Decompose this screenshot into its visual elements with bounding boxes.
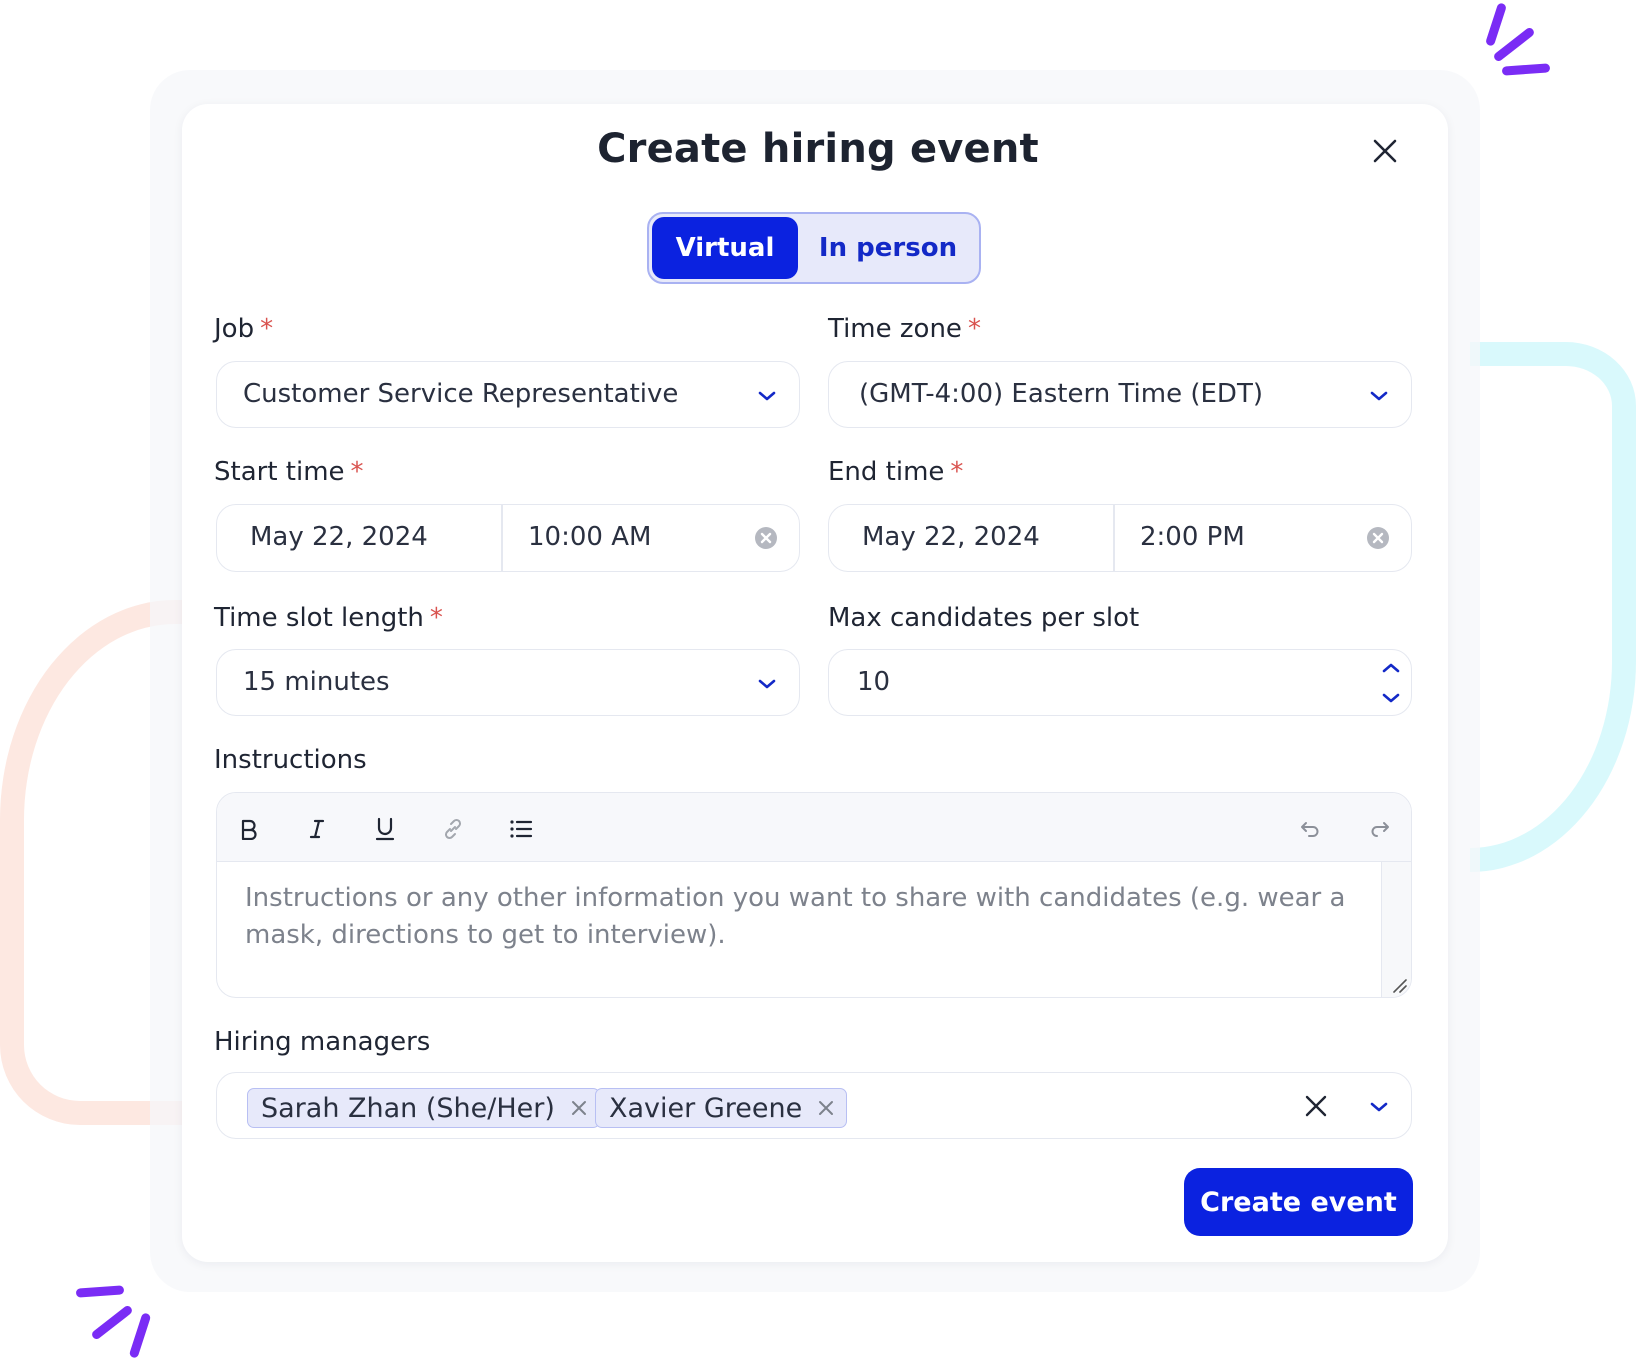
time-zone-value: (GMT-4:00) Eastern Time (EDT) [859,379,1263,409]
hiring-manager-chip: Xavier Greene [595,1088,848,1128]
clear-all-button[interactable] [1305,1095,1327,1117]
resize-handle-icon[interactable] [1391,977,1407,993]
italic-icon [309,819,325,839]
field-divider [501,505,503,571]
create-event-button[interactable]: Create event [1184,1168,1413,1236]
job-value: Customer Service Representative [243,379,679,409]
remove-chip-button[interactable] [818,1100,834,1116]
hiring-manager-chip: Sarah Zhan (She/Her) [247,1088,600,1128]
italic-button[interactable] [299,811,335,847]
instructions-label: Instructions [214,745,367,775]
required-marker: * [350,457,364,487]
event-type-toggle: Virtual In person [647,212,981,284]
hiring-managers-multiselect[interactable]: Sarah Zhan (She/Her) Xavier Greene [216,1072,1412,1139]
chevron-down-icon [1370,391,1388,401]
job-label: Job * [214,314,274,344]
job-select[interactable]: Customer Service Representative [216,361,800,428]
editor-toolbar [217,793,1411,862]
link-icon [444,818,462,840]
end-date-input[interactable]: May 22, 2024 [862,522,1040,552]
max-candidates-label: Max candidates per slot [828,603,1140,633]
toggle-virtual[interactable]: Virtual [652,217,798,279]
redo-button[interactable] [1361,811,1397,847]
time-slot-length-label: Time slot length * [214,603,443,633]
link-button[interactable] [435,811,471,847]
time-slot-length-value: 15 minutes [243,667,390,697]
remove-chip-button[interactable] [571,1100,587,1116]
chevron-down-icon [758,391,776,401]
increment-button[interactable] [1381,662,1401,674]
redo-icon [1371,822,1389,837]
end-time-input[interactable]: 2:00 PM [1140,522,1245,552]
chevron-down-icon [758,679,776,689]
required-marker: * [967,314,981,344]
bold-button[interactable] [231,811,267,847]
toggle-in-person[interactable]: In person [799,217,977,279]
underline-icon [375,817,395,841]
required-marker: * [429,603,443,633]
start-time-input[interactable]: 10:00 AM [528,522,651,552]
start-time-field: May 22, 2024 10:00 AM [216,504,800,572]
time-slot-length-select[interactable]: 15 minutes [216,649,800,716]
decrement-button[interactable] [1381,692,1401,704]
time-zone-select[interactable]: (GMT-4:00) Eastern Time (EDT) [828,361,1412,428]
close-icon [1373,139,1397,163]
instructions-textarea[interactable]: Instructions or any other information yo… [217,862,1381,997]
required-marker: * [260,314,274,344]
required-marker: * [950,457,964,487]
clear-end-time-button[interactable] [1367,527,1389,549]
remove-icon [571,1101,586,1115]
start-time-label: Start time * [214,457,364,487]
clear-start-time-button[interactable] [755,527,777,549]
max-candidates-input[interactable]: 10 [828,649,1412,716]
bulleted-list-button[interactable] [503,811,539,847]
clear-icon [1372,532,1384,544]
max-candidates-value: 10 [857,667,891,697]
instructions-editor: Instructions or any other information yo… [216,792,1412,998]
decorative-arc-right [1470,342,1636,872]
field-divider [1113,505,1115,571]
time-zone-label: Time zone * [828,314,981,344]
undo-button[interactable] [1293,811,1329,847]
end-time-field: May 22, 2024 2:00 PM [828,504,1412,572]
underline-button[interactable] [367,811,403,847]
remove-icon [819,1101,834,1115]
clear-icon [760,532,772,544]
undo-icon [1301,822,1319,837]
start-date-input[interactable]: May 22, 2024 [250,522,428,552]
close-button[interactable] [1370,136,1400,166]
chevron-down-icon[interactable] [1369,1101,1389,1113]
bulleted-list-icon [510,820,533,838]
bold-icon [241,819,257,840]
end-time-label: End time * [828,457,964,487]
hiring-managers-label: Hiring managers [214,1027,431,1057]
